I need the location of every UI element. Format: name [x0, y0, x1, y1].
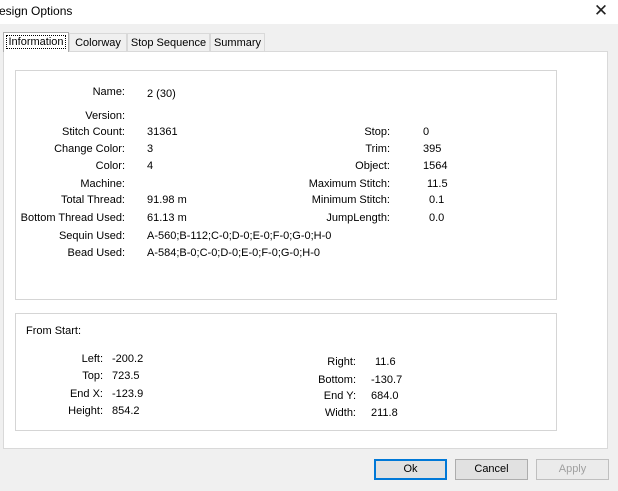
left-label: Left: [81, 353, 103, 365]
from-start-heading: From Start: [26, 325, 82, 337]
name-label: Name: [92, 86, 125, 98]
tab-summary[interactable]: Summary [210, 33, 265, 51]
bottom-label: Bottom: [318, 374, 356, 386]
color-value: 4 [147, 160, 154, 172]
tab-stop-sequence[interactable]: Stop Sequence [127, 33, 210, 51]
bead-label: Bead Used: [67, 247, 125, 259]
stitch-count-label: Stitch Count: [62, 126, 125, 138]
max-stitch-value: 11.5 [427, 178, 448, 190]
height-value: 854.2 [112, 405, 140, 417]
left-value: -200.2 [112, 353, 144, 365]
end-x-value: -123.9 [112, 388, 144, 400]
object-label: Object: [355, 160, 390, 172]
stop-label: Stop: [364, 126, 390, 138]
bottom-thread-label: Bottom Thread Used: [20, 212, 125, 224]
width-label: Width: [324, 407, 356, 419]
bead-value: A-584;B-0;C-0;D-0;E-0;F-0;G-0;H-0 [147, 247, 320, 259]
trim-value: 395 [423, 143, 442, 155]
name-value: 2 (30) [147, 88, 176, 100]
tab-information[interactable]: Information [3, 32, 69, 52]
change-color-value: 3 [147, 143, 154, 155]
min-stitch-label: Minimum Stitch: [311, 194, 390, 206]
end-x-label: End X: [69, 388, 103, 400]
stop-value: 0 [423, 126, 430, 138]
cancel-button[interactable]: Cancel [455, 459, 528, 480]
sequin-value: A-560;B-112;C-0;D-0;E-0;F-0;G-0;H-0 [147, 230, 332, 242]
jump-length-value: 0.0 [429, 212, 445, 224]
right-value: 11.6 [375, 356, 396, 368]
color-label: Color: [95, 160, 125, 172]
top-value: 723.5 [112, 370, 140, 382]
version-label: Version: [85, 110, 125, 122]
window-title: esign Options [0, 4, 73, 18]
trim-label: Trim: [365, 143, 390, 155]
sequin-label: Sequin Used: [58, 230, 125, 242]
jump-length-label: JumpLength: [326, 212, 390, 224]
ok-button[interactable]: Ok [374, 459, 447, 480]
max-stitch-label: Maximum Stitch: [308, 178, 390, 190]
close-icon[interactable]: ✕ [591, 1, 611, 21]
right-label: Right: [327, 356, 356, 368]
height-label: Height: [68, 405, 103, 417]
total-thread-label: Total Thread: [60, 194, 125, 206]
machine-label: Machine: [80, 178, 125, 190]
width-value: 211.8 [371, 407, 398, 419]
bottom-value: -130.7 [371, 374, 403, 386]
apply-button[interactable]: Apply [536, 459, 609, 480]
top-label: Top: [82, 370, 103, 382]
min-stitch-value: 0.1 [429, 194, 445, 206]
total-thread-value: 91.98 m [147, 194, 187, 206]
title-bar [0, 0, 618, 24]
end-y-value: 684.0 [371, 390, 399, 402]
stitch-count-value: 31361 [147, 126, 178, 138]
object-value: 1564 [423, 160, 448, 172]
tab-colorway[interactable]: Colorway [69, 33, 127, 51]
end-y-label: End Y: [323, 390, 356, 402]
change-color-label: Change Color: [54, 143, 125, 155]
bottom-thread-value: 61.13 m [147, 212, 187, 224]
